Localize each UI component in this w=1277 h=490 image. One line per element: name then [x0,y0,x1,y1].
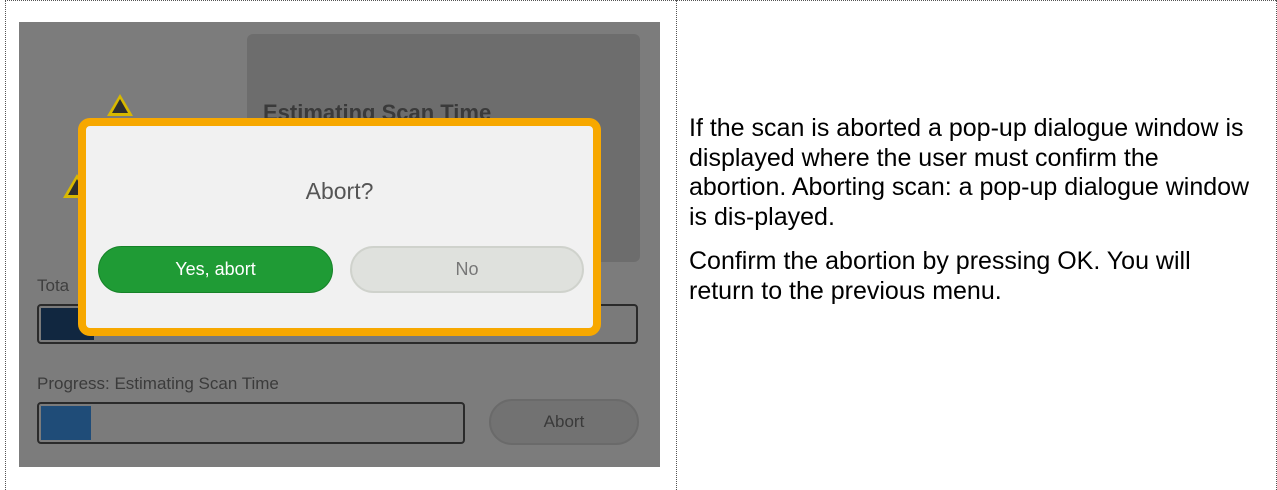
description-text: If the scan is aborted a pop-up dialogue… [689,114,1259,306]
no-button[interactable]: No [350,246,584,293]
dialog-title: Abort? [305,178,374,204]
scan-progress-fill [41,406,91,440]
description-paragraph: If the scan is aborted a pop-up dialogue… [689,114,1250,231]
abort-button[interactable]: Abort [489,399,639,445]
table-top-border [5,0,1276,1]
warning-icon [107,94,133,116]
device-screenshot: Estimating Scan Time Tota Progress: Esti… [19,22,660,467]
description-paragraph: Confirm the abortion by pressing OK. You… [689,247,1191,305]
table-column-divider [676,0,677,490]
abort-dialog: Abort? Yes, abort No [78,118,601,336]
total-label: Tota [37,276,70,295]
scan-progress-bar [37,402,465,444]
table-left-border [5,0,6,490]
progress-label: Progress: Estimating Scan Time [37,374,279,393]
yes-abort-button[interactable]: Yes, abort [98,246,333,293]
